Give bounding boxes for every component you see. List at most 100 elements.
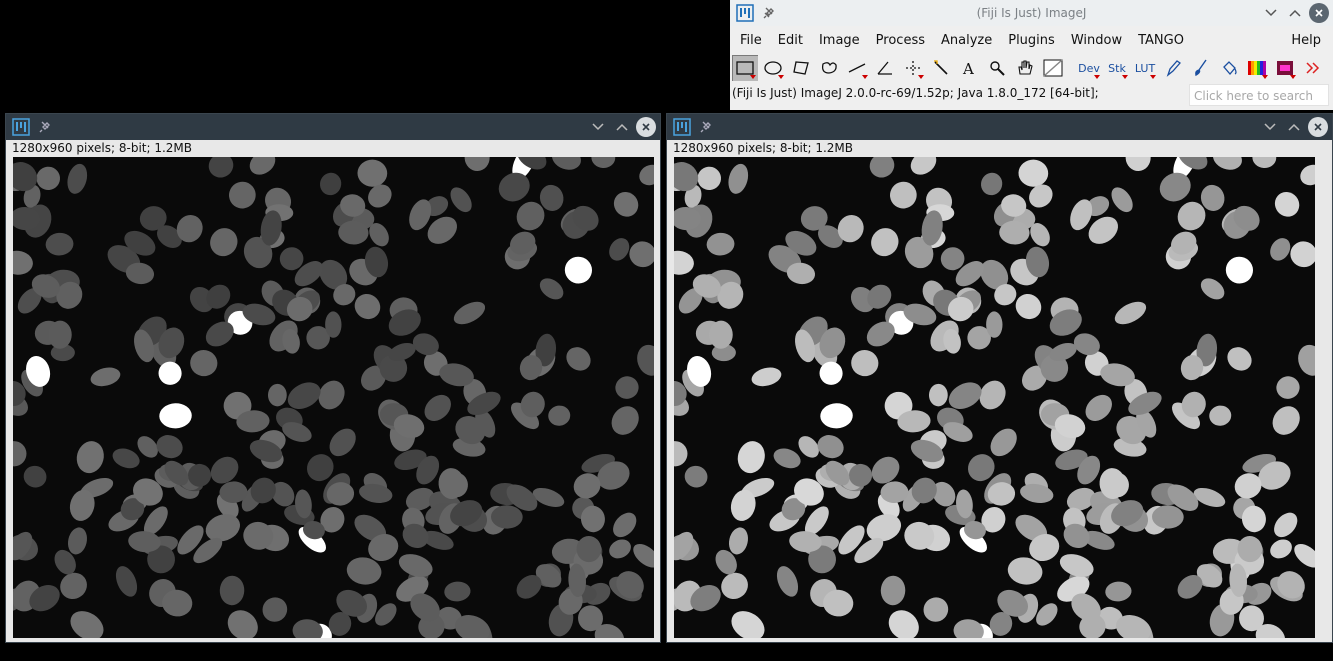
nucleus [464,157,490,172]
close-icon[interactable] [636,117,656,137]
freehand-tool-icon[interactable] [816,55,842,81]
nucleus [576,536,602,563]
pin-icon[interactable] [38,120,52,134]
nucleus [1270,238,1291,261]
menu-plugins[interactable]: Plugins [998,33,1055,48]
pin-icon[interactable] [699,120,713,134]
nuclei-image [674,157,1315,638]
minimize-icon[interactable] [1261,3,1281,23]
point-tool-icon[interactable] [900,55,926,81]
image-canvas[interactable] [674,157,1315,638]
nucleus [721,572,748,600]
window-title: (Fiji Is Just) ImageJ [976,6,1087,20]
nucleus [159,403,192,429]
nucleus [115,566,138,597]
nucleus [498,172,530,202]
nucleus [591,157,616,169]
nucleus [928,383,948,407]
nucleus [1276,376,1300,399]
maximize-icon[interactable] [1284,117,1304,137]
nucleus [737,441,765,474]
menu-tango[interactable]: TANGO [1128,33,1184,48]
nucleus [776,566,799,597]
nucleus [820,403,853,429]
nucleus [1252,157,1277,169]
text-tool-icon[interactable]: A [956,55,982,81]
menu-window[interactable]: Window [1061,33,1122,48]
lut-tool-button[interactable]: LUT [1132,55,1158,81]
nucleus [1125,157,1151,172]
close-icon[interactable] [1309,3,1329,23]
nucleus [1300,164,1315,186]
more-tools-icon[interactable] [1300,55,1326,81]
wand-tool-icon[interactable] [928,55,954,81]
nucleus [539,278,564,300]
status-bar: (Fiji Is Just) ImageJ 2.0.0-rc-69/1.52p;… [732,86,1099,100]
image-canvas[interactable] [13,157,654,638]
nucleus [615,376,639,399]
nucleus [23,465,47,488]
nucleus [210,228,238,257]
menu-image[interactable]: Image [809,33,860,48]
stk-tool-button[interactable]: Stk [1104,55,1130,81]
nucleus [706,232,735,256]
pencil-tool-icon[interactable] [1160,55,1186,81]
nucleus [1298,344,1315,376]
nucleus [697,166,722,191]
brush-tool-icon[interactable] [1188,55,1214,81]
pin-icon[interactable] [762,6,776,20]
plugin-tool-icon[interactable] [1272,55,1298,81]
nucleus [359,483,393,503]
nucleus [609,238,630,261]
magnifier-tool-icon[interactable] [984,55,1010,81]
dev-tool-button[interactable]: Dev [1076,55,1102,81]
rectangle-tool-icon[interactable] [732,55,758,81]
nucleus [60,572,87,600]
minimize-icon[interactable] [588,117,608,137]
menu-help[interactable]: Help [1281,33,1321,48]
nucleus [444,581,471,602]
line-tool-icon[interactable] [844,55,870,81]
nucleus [552,157,581,170]
nucleus [910,157,937,175]
maximize-icon[interactable] [1285,3,1305,23]
nucleus [1111,187,1133,213]
dev-label: Dev [1078,61,1100,75]
search-input[interactable]: Click here to search [1189,84,1329,106]
nucleus [1200,278,1225,300]
nucleus [1159,172,1191,202]
nucleus [674,250,694,275]
nucleus [637,344,654,376]
color-spectrum-icon[interactable] [1244,55,1270,81]
nucleus [13,250,33,275]
nucleus [684,465,708,488]
nucleus [564,256,593,284]
menu-file[interactable]: File [730,33,762,48]
nucleus [112,448,140,469]
color-picker-icon[interactable] [1040,55,1066,81]
imagej-main-window: (Fiji Is Just) ImageJ File Edit Image Pr… [730,0,1333,110]
fiji-logo-icon [673,118,691,136]
minimize-icon[interactable] [1260,117,1280,137]
lut-label: LUT [1134,61,1156,75]
menu-edit[interactable]: Edit [768,33,803,48]
oval-tool-icon[interactable] [760,55,786,81]
flood-fill-tool-icon[interactable] [1216,55,1242,81]
maximize-icon[interactable] [612,117,632,137]
nucleus [70,611,104,638]
polygon-tool-icon[interactable] [788,55,814,81]
nucleus [1213,157,1242,170]
menu-process[interactable]: Process [866,33,925,48]
nucleus [292,619,323,638]
nucleus [76,441,104,474]
close-icon[interactable] [1308,117,1328,137]
image-window-right-titlebar[interactable] [667,114,1332,140]
nucleus [1237,536,1263,563]
hand-tool-icon[interactable] [1012,55,1038,81]
angle-tool-icon[interactable] [872,55,898,81]
nucleus [728,163,749,194]
imagej-titlebar[interactable]: (Fiji Is Just) ImageJ [730,0,1333,26]
nucleus [751,367,782,387]
menu-analyze[interactable]: Analyze [931,33,992,48]
image-window-left-titlebar[interactable] [6,114,660,140]
